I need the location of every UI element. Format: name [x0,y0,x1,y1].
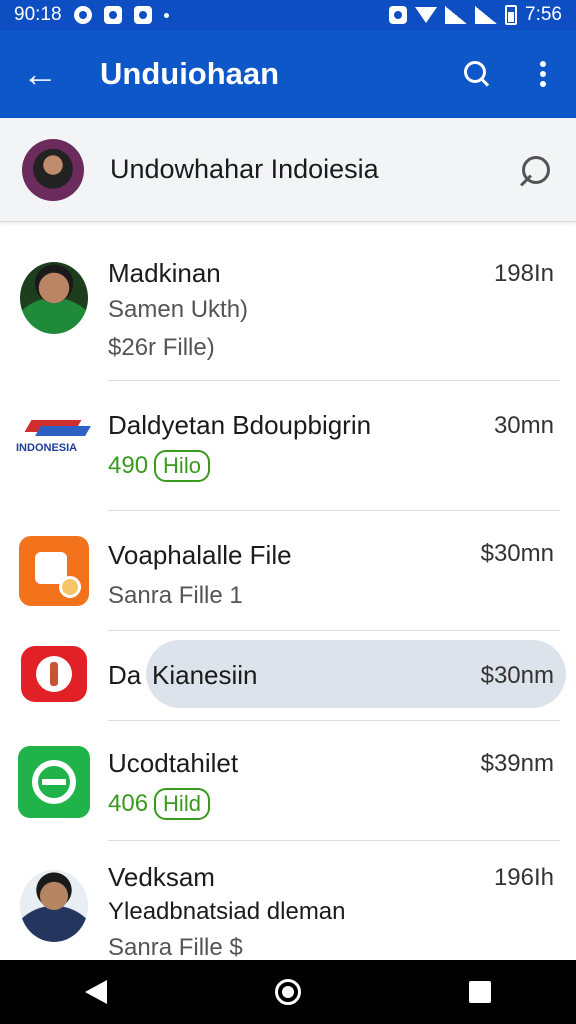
avatar [20,262,88,334]
item-title: Ucodtahilet [108,748,239,778]
app-icon [18,746,90,818]
nav-recents-button[interactable] [450,962,510,1022]
group-avatar [22,138,84,201]
status-bar: 90:18 7:56 [0,0,576,30]
app-bar: ← Unduiohaan [0,30,576,118]
divider [108,840,560,841]
item-count: 490 [108,452,149,479]
list-item[interactable]: Vedksam Yleadbnatsiad dleman Sanra Fille… [0,852,576,961]
group-header[interactable]: Undowhahar Indoiesia [0,118,576,222]
item-size: Sanra Fille $ [108,934,243,961]
search-icon [464,61,490,87]
more-notifications-icon [163,12,169,18]
list-item[interactable]: Ucodtahilet 406 Hild $39nm [0,738,576,838]
pin-button[interactable] [496,118,576,222]
item-title: Voaphalalle File [108,540,292,570]
recents-icon [469,981,491,1003]
pin-icon [522,155,550,184]
message-icon [103,6,122,24]
signal-icon-2 [475,6,498,24]
item-title: Vedksam [108,862,215,892]
item-time: $30nm [480,662,554,689]
app-icon [19,536,89,606]
lock-icon [133,6,152,24]
list-item[interactable]: INDONESIA Daldyetan Bdoupbigrin 490 Hilo… [0,398,576,510]
status-chip: Hilo [154,450,210,482]
divider [108,510,560,511]
item-subtitle: Yleadbnatsiad dleman [108,898,346,925]
group-name: Undowhahar Indoiesia [110,154,379,184]
search-button[interactable] [444,30,510,118]
divider [108,380,560,381]
back-icon [85,980,107,1004]
wifi-icon [415,7,438,23]
nfc-icon [389,6,408,24]
item-subtitle: Sanra Fille 1 [108,582,243,609]
item-size: $26r Fille) [108,334,215,361]
more-options-button[interactable] [510,30,576,118]
item-tag: 406 Hild [108,788,210,820]
item-count: 406 [108,790,149,817]
app-icon [21,646,87,702]
nav-home-button[interactable] [258,962,318,1022]
status-time: 90:18 [14,4,62,25]
item-time: 30mn [493,412,554,439]
list-item[interactable]: Da Kianesiin $30nm [0,640,576,710]
status-chip: Hild [154,788,210,820]
item-title-highlighted: Kianesiin [152,660,258,690]
avatar [20,870,88,942]
item-tag: 490 Hilo [108,450,210,482]
signal-icon [445,6,468,24]
more-vert-icon [540,61,546,87]
item-subtitle: Samen Ukth) [108,296,249,323]
notification-icon [73,6,92,24]
nav-back-button[interactable] [66,962,126,1022]
status-clock: 7:56 [525,4,562,25]
item-time: $39nm [480,750,554,777]
divider [108,630,560,631]
item-title: Madkinan [108,258,221,288]
back-arrow-icon[interactable]: ← [0,30,80,118]
item-title: Daldyetan Bdoupbigrin [108,410,372,440]
system-nav-bar [0,960,576,1024]
battery-icon [505,5,518,25]
list-item[interactable]: Madkinan Samen Ukth) $26r Fille) 198In [0,252,576,380]
item-time: 196Ih [493,864,554,891]
divider [108,720,560,721]
list-item[interactable]: Voaphalalle File Sanra Fille 1 $30mn [0,530,576,630]
page-title: Unduiohaan [100,56,280,91]
indonesia-logo-icon: INDONESIA [16,412,92,462]
item-time: 198In [493,260,554,287]
home-icon [275,979,301,1005]
item-title: Da [108,660,142,690]
item-time: $30mn [480,540,554,567]
